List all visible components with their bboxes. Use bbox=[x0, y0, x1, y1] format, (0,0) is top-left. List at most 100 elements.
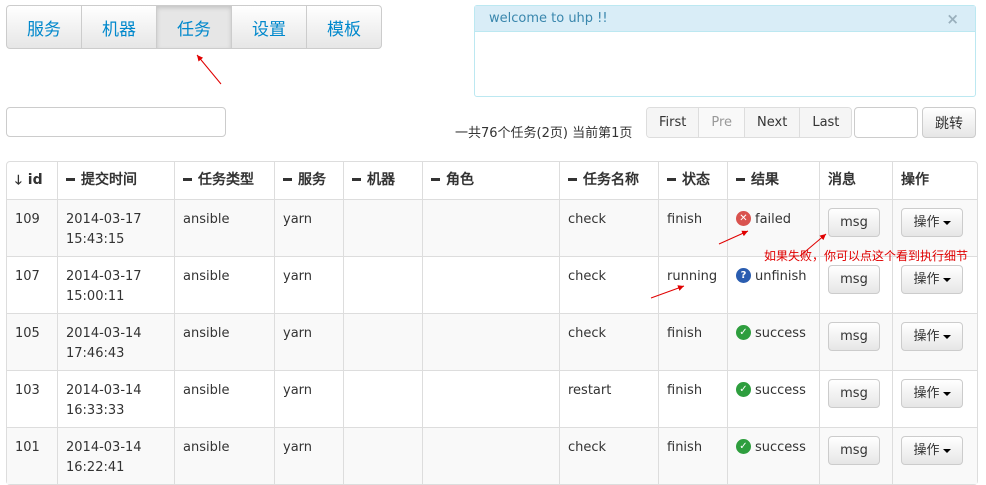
cell-result: ✓ success bbox=[727, 427, 819, 484]
alert-message: welcome to uhp !! bbox=[489, 11, 608, 26]
column-header-result[interactable]: 结果 bbox=[727, 162, 819, 199]
table-header-row: 🡓 id 提交时间 任务类型 服务 机器 角色 任务名称 状态 结果 消息 操作 bbox=[7, 162, 977, 199]
success-icon: ✓ bbox=[736, 382, 751, 397]
main-nav-tabs: 服务 机器 任务 设置 模板 bbox=[6, 5, 382, 49]
annotation-arrow-tasks-tab bbox=[196, 54, 222, 85]
cell-action: 操作 bbox=[892, 370, 977, 427]
cell-task-type: ansible bbox=[174, 256, 274, 313]
tab-settings[interactable]: 设置 bbox=[232, 6, 307, 48]
pagination: First Pre Next Last bbox=[646, 107, 853, 138]
sort-none-icon bbox=[667, 177, 676, 181]
cell-result: ✓ success bbox=[727, 313, 819, 370]
cell-status: finish bbox=[658, 370, 727, 427]
sort-none-icon bbox=[183, 177, 192, 181]
prev-page-button[interactable]: Pre bbox=[699, 108, 746, 137]
action-dropdown-button[interactable]: 操作 bbox=[901, 208, 963, 237]
search-input[interactable] bbox=[6, 107, 226, 137]
msg-button[interactable]: msg bbox=[828, 265, 880, 294]
column-header-action: 操作 bbox=[892, 162, 977, 199]
cell-task-name: restart bbox=[559, 370, 658, 427]
success-icon: ✓ bbox=[736, 439, 751, 454]
cell-task-name: check bbox=[559, 313, 658, 370]
close-icon[interactable]: × bbox=[946, 6, 959, 32]
action-dropdown-button[interactable]: 操作 bbox=[901, 436, 963, 465]
alert-header: welcome to uhp !! × bbox=[475, 6, 975, 32]
cell-role bbox=[422, 313, 559, 370]
cell-submit-time: 2014-03-17 15:43:15 bbox=[57, 199, 174, 256]
caret-down-icon bbox=[942, 334, 951, 339]
action-dropdown-button[interactable]: 操作 bbox=[901, 379, 963, 408]
cell-role bbox=[422, 199, 559, 256]
cell-status: finish bbox=[658, 427, 727, 484]
cell-message: msg bbox=[819, 427, 892, 484]
column-header-role[interactable]: 角色 bbox=[422, 162, 559, 199]
cell-message: msg bbox=[819, 256, 892, 313]
action-dropdown-button[interactable]: 操作 bbox=[901, 322, 963, 351]
welcome-alert: welcome to uhp !! × bbox=[474, 5, 976, 97]
sort-none-icon bbox=[736, 177, 745, 181]
jump-button[interactable]: 跳转 bbox=[922, 107, 976, 138]
action-dropdown-button[interactable]: 操作 bbox=[901, 265, 963, 294]
cell-service: yarn bbox=[274, 427, 343, 484]
cell-machine bbox=[343, 256, 422, 313]
sort-none-icon bbox=[352, 177, 361, 181]
pagination-info: 一共76个任务(2页) 当前第1页 bbox=[455, 126, 633, 141]
column-header-id[interactable]: 🡓 id bbox=[7, 162, 57, 199]
cell-status: running bbox=[658, 256, 727, 313]
cell-service: yarn bbox=[274, 313, 343, 370]
cell-machine bbox=[343, 427, 422, 484]
column-header-task-type[interactable]: 任务类型 bbox=[174, 162, 274, 199]
cell-id: 105 bbox=[7, 313, 57, 370]
msg-button[interactable]: msg bbox=[828, 379, 880, 408]
cell-action: 操作 bbox=[892, 256, 977, 313]
msg-button[interactable]: msg bbox=[828, 436, 880, 465]
cell-result: ? unfinish bbox=[727, 256, 819, 313]
table-row: 103 2014-03-14 16:33:33 ansible yarn rest… bbox=[7, 370, 977, 427]
cell-machine bbox=[343, 370, 422, 427]
column-header-status[interactable]: 状态 bbox=[658, 162, 727, 199]
sort-none-icon bbox=[431, 177, 440, 181]
cell-service: yarn bbox=[274, 199, 343, 256]
cell-role bbox=[422, 256, 559, 313]
caret-down-icon bbox=[942, 391, 951, 396]
caret-down-icon bbox=[942, 448, 951, 453]
msg-button[interactable]: msg bbox=[828, 208, 880, 237]
column-header-machine[interactable]: 机器 bbox=[343, 162, 422, 199]
caret-down-icon bbox=[942, 220, 951, 225]
tab-services[interactable]: 服务 bbox=[7, 6, 82, 48]
cell-id: 109 bbox=[7, 199, 57, 256]
msg-button[interactable]: msg bbox=[828, 322, 880, 351]
cell-result: ✓ success bbox=[727, 370, 819, 427]
cell-message: msg bbox=[819, 313, 892, 370]
sort-down-icon: 🡓 bbox=[15, 173, 22, 188]
cell-machine bbox=[343, 313, 422, 370]
cell-task-name: check bbox=[559, 199, 658, 256]
cell-action: 操作 bbox=[892, 313, 977, 370]
caret-down-icon bbox=[942, 277, 951, 282]
cell-task-type: ansible bbox=[174, 313, 274, 370]
cell-status: finish bbox=[658, 199, 727, 256]
first-page-button[interactable]: First bbox=[647, 108, 700, 137]
cell-task-name: check bbox=[559, 256, 658, 313]
cell-task-type: ansible bbox=[174, 370, 274, 427]
tab-templates[interactable]: 模板 bbox=[307, 6, 381, 48]
cell-submit-time: 2014-03-14 16:22:41 bbox=[57, 427, 174, 484]
tab-tasks[interactable]: 任务 bbox=[157, 6, 232, 48]
cell-task-name: check bbox=[559, 427, 658, 484]
cell-role bbox=[422, 427, 559, 484]
last-page-button[interactable]: Last bbox=[800, 108, 852, 137]
next-page-button[interactable]: Next bbox=[745, 108, 801, 137]
table-row: 105 2014-03-14 17:46:43 ansible yarn chec… bbox=[7, 313, 977, 370]
cell-action: 操作 bbox=[892, 427, 977, 484]
column-header-task-name[interactable]: 任务名称 bbox=[559, 162, 658, 199]
cell-task-type: ansible bbox=[174, 427, 274, 484]
column-header-submit-time[interactable]: 提交时间 bbox=[57, 162, 174, 199]
success-icon: ✓ bbox=[736, 325, 751, 340]
tab-machines[interactable]: 机器 bbox=[82, 6, 157, 48]
page-jump-input[interactable] bbox=[854, 107, 918, 138]
cell-status: finish bbox=[658, 313, 727, 370]
cell-service: yarn bbox=[274, 256, 343, 313]
cell-id: 107 bbox=[7, 256, 57, 313]
question-icon: ? bbox=[736, 268, 751, 283]
column-header-service[interactable]: 服务 bbox=[274, 162, 343, 199]
